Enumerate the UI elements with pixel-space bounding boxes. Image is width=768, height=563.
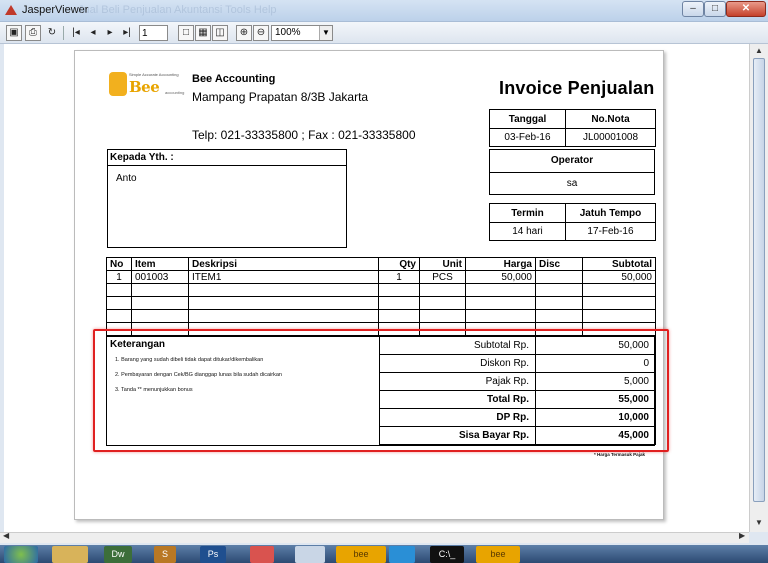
col-disc: Disc bbox=[535, 257, 583, 271]
recipient-divider bbox=[108, 165, 346, 166]
cell-subtotal: 50,000 bbox=[582, 270, 656, 284]
date-number-table: Tanggal No.Nota 03-Feb-16 JL00001008 bbox=[489, 109, 656, 147]
invoice-title: Invoice Penjualan bbox=[499, 78, 655, 98]
teamviewer-taskbar-icon[interactable] bbox=[389, 546, 415, 563]
scroll-thumb[interactable] bbox=[753, 58, 765, 502]
tanggal-value: 03-Feb-16 bbox=[489, 128, 566, 147]
photoshop-taskbar-icon[interactable]: Ps bbox=[200, 546, 226, 563]
cell-no: 1 bbox=[106, 270, 132, 284]
cell-qty: 1 bbox=[378, 270, 420, 284]
viewer-toolbar: ▣ ⎙ ↻ |◂ ◂ ▸ ▸| □ ▦ ◫ ⊕ ⊖ 100% ▼ bbox=[0, 22, 768, 44]
explorer-taskbar-icon[interactable] bbox=[52, 546, 88, 563]
col-unit: Unit bbox=[419, 257, 466, 271]
previous-page-icon[interactable]: ◂ bbox=[85, 25, 101, 41]
jatuh-tempo-value: 17-Feb-16 bbox=[565, 222, 656, 241]
logo-subtext: accounting bbox=[165, 90, 185, 95]
term-due-table: Termin Jatuh Tempo 14 hari 17-Feb-16 bbox=[489, 203, 656, 241]
col-harga: Harga bbox=[465, 257, 536, 271]
background-menu-ghost: Jual Beli Penjualan Akuntansi Tools Help bbox=[78, 4, 277, 16]
col-no: No bbox=[106, 257, 132, 271]
company-address: Mampang Prapatan 8/3B Jakarta bbox=[192, 90, 369, 104]
maximize-button[interactable]: □ bbox=[704, 1, 726, 17]
logo-text: Bee bbox=[129, 78, 160, 96]
dreamweaver-taskbar-icon[interactable]: Dw bbox=[104, 546, 132, 563]
save-icon[interactable]: ▣ bbox=[6, 25, 22, 41]
kepada-label: Kepada Yth. : bbox=[110, 152, 174, 163]
tanggal-label: Tanggal bbox=[489, 109, 566, 129]
chrome-taskbar-icon[interactable] bbox=[250, 546, 274, 563]
vertical-scrollbar[interactable]: ▲ ▼ bbox=[749, 44, 768, 532]
items-table: No Item Deskripsi Qty Unit Harga Disc Su… bbox=[106, 257, 656, 336]
summary-highlight-frame bbox=[93, 329, 669, 452]
recipient-box: Kepada Yth. : Anto bbox=[107, 149, 347, 248]
col-qty: Qty bbox=[378, 257, 420, 271]
print-icon[interactable]: ⎙ bbox=[25, 25, 41, 41]
empty-row bbox=[106, 309, 656, 323]
jasper-app-icon bbox=[5, 5, 17, 15]
col-item: Item bbox=[131, 257, 189, 271]
reload-icon[interactable]: ↻ bbox=[44, 25, 60, 41]
zoom-value: 100% bbox=[275, 27, 301, 38]
kepada-value: Anto bbox=[116, 173, 137, 184]
scroll-down-icon[interactable]: ▼ bbox=[752, 516, 766, 530]
zoom-select[interactable]: 100% ▼ bbox=[271, 25, 333, 41]
operator-box: Operator sa bbox=[489, 149, 655, 195]
cell-harga: 50,000 bbox=[465, 270, 536, 284]
company-logo: Simple Accurate Accounting Bee accountin… bbox=[109, 72, 187, 100]
termin-label: Termin bbox=[489, 203, 566, 223]
items-header-row: No Item Deskripsi Qty Unit Harga Disc Su… bbox=[106, 257, 656, 271]
last-page-icon[interactable]: ▸| bbox=[119, 25, 135, 41]
table-row: 1 001003 ITEM1 1 PCS 50,000 50,000 bbox=[106, 270, 656, 284]
cmd-taskbar-item[interactable]: C:\_ bbox=[430, 546, 464, 563]
report-viewport[interactable]: Simple Accurate Accounting Bee accountin… bbox=[4, 44, 749, 532]
empty-row bbox=[106, 283, 656, 297]
bee-taskbar-item-2[interactable]: bee bbox=[476, 546, 520, 563]
no-nota-label: No.Nota bbox=[565, 109, 656, 129]
logo-tagline: Simple Accurate Accounting bbox=[129, 72, 179, 77]
col-subtotal: Subtotal bbox=[582, 257, 656, 271]
windows-taskbar: Dw S Ps bee C:\_ bee bbox=[0, 545, 768, 563]
cell-deskripsi: ITEM1 bbox=[188, 270, 379, 284]
actual-size-icon[interactable]: □ bbox=[178, 25, 194, 41]
zoom-in-icon[interactable]: ⊕ bbox=[236, 25, 252, 41]
company-phone: Telp: 021-33335800 ; Fax : 021-33335800 bbox=[192, 128, 416, 142]
horizontal-scrollbar[interactable]: ◀ ▶ bbox=[0, 531, 749, 543]
bee-taskbar-item[interactable]: bee bbox=[336, 546, 386, 563]
first-page-icon[interactable]: |◂ bbox=[68, 25, 84, 41]
scroll-left-icon[interactable]: ◀ bbox=[3, 531, 9, 540]
app-taskbar-icon[interactable] bbox=[295, 546, 325, 563]
termin-value: 14 hari bbox=[489, 222, 566, 241]
zoom-out-icon[interactable]: ⊖ bbox=[253, 25, 269, 41]
toolbar-separator bbox=[63, 26, 64, 40]
close-button[interactable]: ✕ bbox=[726, 1, 766, 17]
report-page: Simple Accurate Accounting Bee accountin… bbox=[74, 50, 669, 520]
company-name: Bee Accounting bbox=[192, 73, 276, 85]
chevron-down-icon[interactable]: ▼ bbox=[319, 26, 332, 40]
operator-label: Operator bbox=[490, 150, 654, 173]
page-number-input[interactable] bbox=[139, 25, 168, 41]
cell-item: 001003 bbox=[131, 270, 189, 284]
no-nota-value: JL00001008 bbox=[565, 128, 656, 147]
jatuh-tempo-label: Jatuh Tempo bbox=[565, 203, 656, 223]
start-button[interactable] bbox=[4, 546, 38, 563]
tax-footnote: * Harga Termasuk Pajak bbox=[594, 452, 645, 457]
scroll-up-icon[interactable]: ▲ bbox=[752, 44, 766, 58]
scroll-right-icon[interactable]: ▶ bbox=[739, 531, 745, 540]
col-deskripsi: Deskripsi bbox=[188, 257, 379, 271]
operator-value: sa bbox=[566, 178, 578, 189]
cell-unit: PCS bbox=[419, 270, 466, 284]
next-page-icon[interactable]: ▸ bbox=[102, 25, 118, 41]
cell-disc bbox=[535, 270, 583, 284]
sublime-taskbar-icon[interactable]: S bbox=[154, 546, 176, 563]
empty-row bbox=[106, 296, 656, 310]
fit-page-icon[interactable]: ▦ bbox=[195, 25, 211, 41]
logo-bee-icon bbox=[109, 72, 127, 96]
window-titlebar: JasperViewer Jual Beli Penjualan Akuntan… bbox=[0, 0, 768, 22]
fit-width-icon[interactable]: ◫ bbox=[212, 25, 228, 41]
minimize-button[interactable]: – bbox=[682, 1, 704, 17]
